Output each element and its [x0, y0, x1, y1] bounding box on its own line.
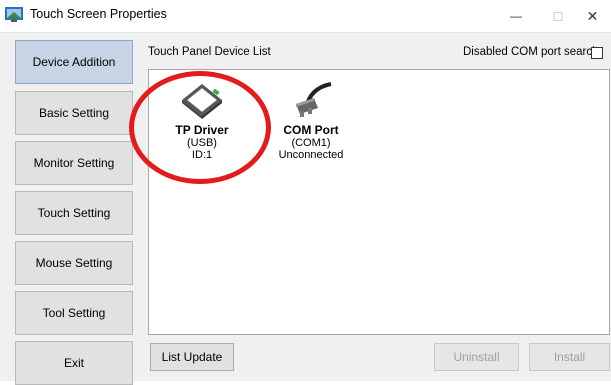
touch-screen-properties-window: Touch Screen Properties — □ ✕ Device Add…: [0, 0, 611, 385]
sidebar-item-label: Touch Setting: [37, 206, 111, 220]
sidebar-item-basic-setting[interactable]: Basic Setting: [15, 91, 133, 135]
device-list-label: Touch Panel Device List: [148, 46, 271, 58]
device-connection: (COM1): [291, 137, 331, 149]
sidebar-item-label: Tool Setting: [42, 306, 106, 320]
exit-button[interactable]: Exit: [15, 341, 133, 385]
maximize-button[interactable]: □: [538, 0, 578, 32]
device-com-port[interactable]: COM Port (COM1) Unconnected: [273, 78, 349, 161]
sidebar-item-monitor-setting[interactable]: Monitor Setting: [15, 141, 133, 185]
device-list: TP Driver (USB) ID:1 COM Port (COM1) Unc…: [148, 69, 610, 335]
sidebar-item-touch-setting[interactable]: Touch Setting: [15, 191, 133, 235]
minimize-icon: —: [510, 9, 522, 23]
sidebar-item-label: Device Addition: [32, 55, 116, 69]
uninstall-button[interactable]: Uninstall: [434, 343, 519, 371]
sidebar-item-label: Basic Setting: [38, 106, 110, 120]
sidebar-item-mouse-setting[interactable]: Mouse Setting: [15, 241, 133, 285]
sidebar-item-tool-setting[interactable]: Tool Setting: [15, 291, 133, 335]
com-search-label: Disabled COM port search: [463, 46, 599, 58]
sidebar-item-device-addition[interactable]: Device Addition: [15, 40, 133, 84]
app-icon: [5, 7, 23, 22]
minimize-button[interactable]: —: [496, 0, 536, 32]
maximize-icon: □: [553, 8, 563, 24]
device-connection: (USB): [187, 137, 217, 149]
button-label: Uninstall: [453, 350, 500, 364]
list-update-button[interactable]: List Update: [150, 343, 234, 371]
device-tp-driver[interactable]: TP Driver (USB) ID:1: [162, 78, 242, 161]
install-button[interactable]: Install: [529, 343, 610, 371]
device-name: TP Driver: [175, 123, 229, 137]
com-search-checkbox[interactable]: [591, 47, 603, 59]
device-name: COM Port: [283, 123, 339, 137]
button-label: List Update: [161, 350, 223, 364]
device-id: ID:1: [191, 149, 213, 161]
device-status: Unconnected: [278, 149, 344, 161]
sidebar-item-label: Monitor Setting: [33, 156, 115, 170]
sidebar-item-label: Exit: [63, 356, 84, 370]
serial-cable-icon: [296, 82, 332, 117]
window-title: Touch Screen Properties: [30, 7, 167, 21]
sidebar-item-label: Mouse Setting: [35, 256, 113, 270]
button-label: Install: [553, 350, 586, 364]
touch-panel-icon: [182, 84, 222, 119]
close-button[interactable]: ✕: [574, 0, 611, 32]
close-icon: ✕: [586, 7, 599, 24]
title-bar: Touch Screen Properties — □ ✕: [0, 0, 611, 33]
